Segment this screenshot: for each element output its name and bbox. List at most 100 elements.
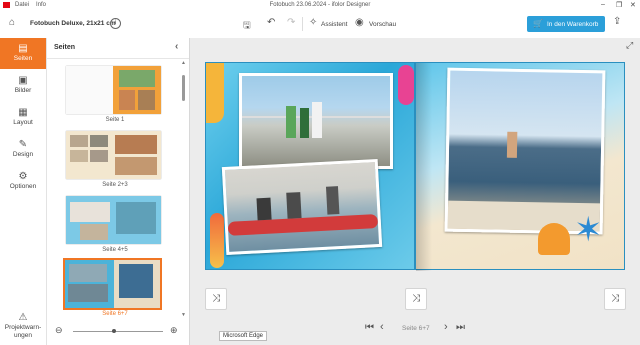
pages-panel: Seiten ‹ Seite 1 Seite 2+3 Seite 4+5 Sei… xyxy=(47,38,190,345)
shuffle-center-button[interactable]: ⤨ xyxy=(405,288,427,310)
restore-icon[interactable]: ❐ xyxy=(616,1,622,9)
thumb-photo xyxy=(138,90,155,110)
add-to-cart-button[interactable]: 🛒 In den Warenkorb xyxy=(527,16,605,32)
photo-kids-boat[interactable] xyxy=(221,158,383,256)
person-figure xyxy=(506,131,518,158)
home-icon[interactable]: ⌂ xyxy=(9,17,15,28)
taskbar-tooltip: Microsoft Edge xyxy=(219,331,268,341)
rail-item-images[interactable]: ▣ Bilder xyxy=(0,70,46,100)
book-spread[interactable]: ✶ xyxy=(205,62,625,271)
thumb-photo xyxy=(68,284,108,302)
fullscreen-icon[interactable]: ⤢ xyxy=(626,40,633,51)
zoom-bar: ⊖ ⊕ xyxy=(47,318,189,345)
toolbar: ⌂ Fotobuch Deluxe, 21x21 cm i 🖫 ↶ ↷ ✧ As… xyxy=(0,11,640,39)
product-name: Fotobuch Deluxe, 21x21 cm xyxy=(30,20,116,27)
redo-icon[interactable]: ↷ xyxy=(287,17,295,28)
thumb-photo xyxy=(90,135,108,147)
add-to-cart-label: In den Warenkorb xyxy=(547,21,599,28)
eye-icon[interactable]: ◉ xyxy=(355,17,364,28)
decor-surfboard xyxy=(398,65,414,105)
thumb-photo xyxy=(115,135,157,154)
rail-item-layout[interactable]: ▦ Layout xyxy=(0,102,46,132)
person-figure xyxy=(300,108,309,138)
shuffle-icon: ⤨ xyxy=(611,293,619,304)
left-page[interactable] xyxy=(205,62,415,270)
last-page-icon[interactable]: ⏭ xyxy=(456,322,465,333)
images-icon: ▣ xyxy=(18,75,28,86)
info-icon[interactable]: i xyxy=(110,18,121,29)
shuffle-left-button[interactable]: ⤨ xyxy=(205,288,227,310)
design-icon: ✎ xyxy=(18,139,28,150)
zoom-out-icon[interactable]: ⊖ xyxy=(55,325,63,336)
assistant-button[interactable]: Assistent xyxy=(321,21,347,28)
warnings-label-2: ungen xyxy=(13,332,33,339)
page-thumb-1[interactable] xyxy=(66,66,161,114)
scrollbar-thumb[interactable] xyxy=(182,75,185,101)
window-title: Fotobuch 23.06.2024 - ifolor Designer xyxy=(269,2,371,8)
thumb-photo xyxy=(116,202,156,234)
zoom-slider-handle[interactable] xyxy=(112,329,116,333)
person-figure xyxy=(286,106,296,138)
thumb-caption: Seite 1 xyxy=(105,117,125,123)
undo-icon[interactable]: ↶ xyxy=(267,17,275,28)
page-thumb-2-3[interactable] xyxy=(66,131,161,179)
page-thumb-4-5[interactable] xyxy=(66,196,161,244)
panel-title: Seiten xyxy=(54,44,76,51)
zoom-in-icon[interactable]: ⊕ xyxy=(170,325,178,336)
thumb-photo xyxy=(119,264,153,298)
rail-item-warnings[interactable]: ⚠ Projektwarn- ungen xyxy=(0,310,46,345)
collapse-panel-icon[interactable]: ‹ xyxy=(175,41,178,52)
thumb-caption: Seite 4+5 xyxy=(102,247,128,253)
decor-sticker xyxy=(206,63,224,123)
cover-back xyxy=(66,66,113,114)
page-thumb-6-7[interactable] xyxy=(63,258,162,310)
shuffle-right-button[interactable]: ⤨ xyxy=(604,288,626,310)
title-bar: Datei Info Fotobuch 23.06.2024 - ifolor … xyxy=(0,0,640,11)
thumb-photo xyxy=(115,157,157,175)
rail-item-label: Bilder xyxy=(14,87,32,94)
pages-icon: ▤ xyxy=(18,43,28,54)
thumb-photo xyxy=(80,224,108,240)
preview-button[interactable]: Vorschau xyxy=(369,21,396,28)
minimize-icon[interactable]: – xyxy=(601,1,605,8)
shuffle-icon: ⤨ xyxy=(212,293,220,304)
person-figure xyxy=(256,197,272,221)
scroll-up-icon[interactable]: ▲ xyxy=(181,60,186,66)
shuffle-icon: ⤨ xyxy=(412,293,420,304)
decor-surfboard xyxy=(210,213,224,268)
thumb-photo xyxy=(69,264,107,282)
thumb-caption-selected: Seite 6+7 xyxy=(102,311,128,317)
current-page-label: Seite 6+7 xyxy=(402,325,430,332)
boat-shape xyxy=(227,214,379,236)
rail-item-label: Optionen xyxy=(9,183,37,190)
save-icon[interactable]: 🖫 xyxy=(243,18,251,34)
prev-page-icon[interactable]: ‹ xyxy=(380,321,384,333)
rail-item-label: Seiten xyxy=(13,55,33,62)
zoom-slider-track[interactable] xyxy=(73,331,163,332)
person-figure xyxy=(286,192,302,219)
right-page[interactable]: ✶ xyxy=(415,62,625,271)
next-page-icon[interactable]: › xyxy=(444,321,448,333)
page-gutter-shadow xyxy=(416,63,432,271)
layout-icon: ▦ xyxy=(18,107,28,118)
photo-boy-sea[interactable] xyxy=(444,67,606,235)
rail-item-design[interactable]: ✎ Design xyxy=(0,134,46,164)
rail-item-pages[interactable]: ▤ Seiten xyxy=(0,38,46,69)
panel-header: Seiten ‹ xyxy=(47,38,189,59)
warnings-label-1: Projektwarn- xyxy=(4,324,42,331)
thumb-photo xyxy=(70,202,110,222)
warning-icon: ⚠ xyxy=(18,312,28,323)
first-page-icon[interactable]: ⏮ xyxy=(365,322,374,333)
rail-item-options[interactable]: ⚙ Optionen xyxy=(0,166,46,196)
shell-icon xyxy=(538,223,570,255)
photo-kids-railing[interactable] xyxy=(239,73,393,169)
rail-item-label: Layout xyxy=(13,119,33,126)
thumb-photo xyxy=(90,150,108,162)
cart-icon: 🛒 xyxy=(533,19,543,28)
share-icon[interactable]: ⇪ xyxy=(613,16,621,27)
options-icon: ⚙ xyxy=(18,171,28,182)
close-icon[interactable]: ✕ xyxy=(630,1,636,9)
cover-front xyxy=(113,66,161,114)
magic-wand-icon[interactable]: ✧ xyxy=(309,17,317,28)
person-figure xyxy=(312,102,322,138)
